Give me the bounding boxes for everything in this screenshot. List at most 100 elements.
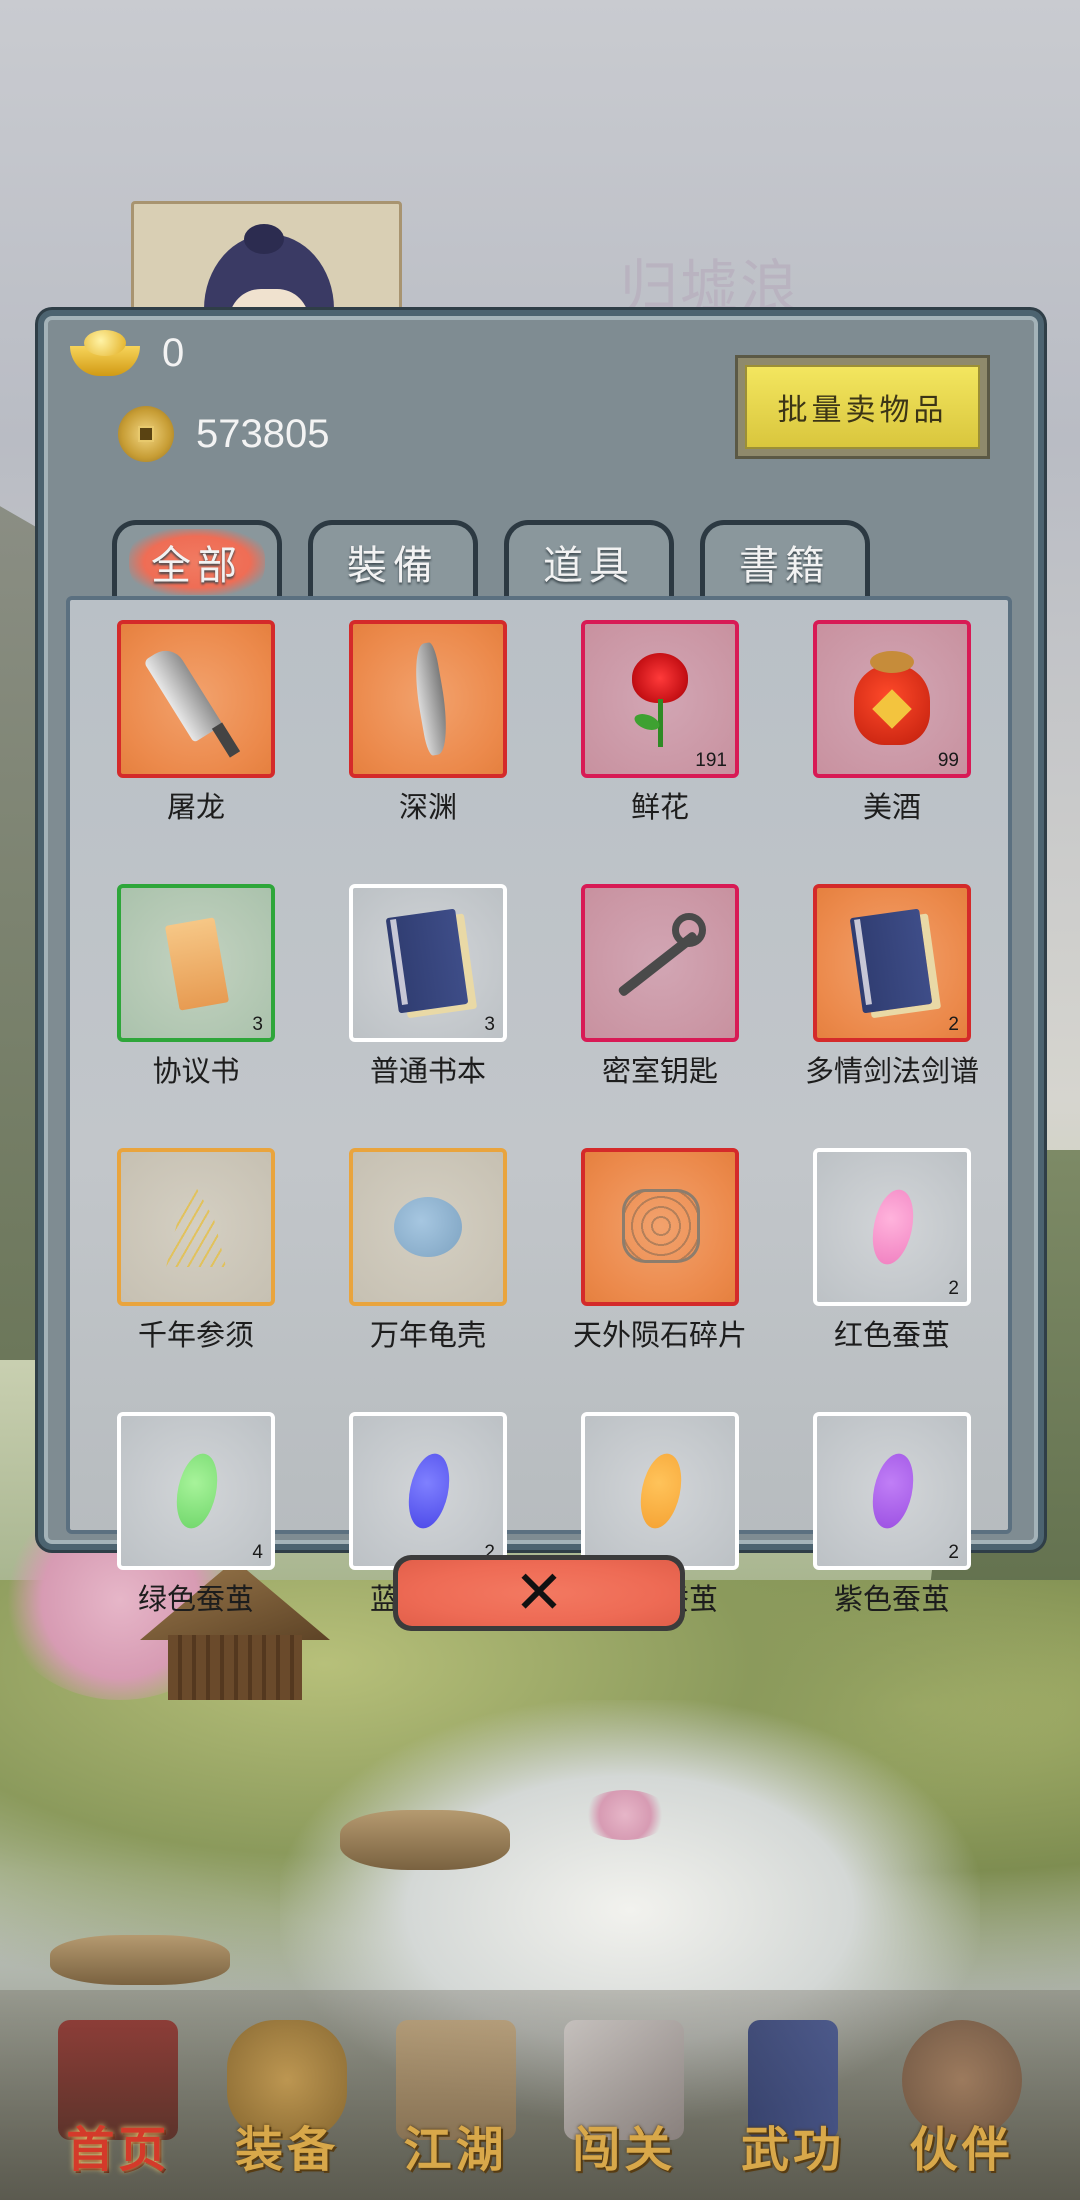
close-button[interactable]: ✕ (393, 1555, 685, 1631)
item-cell[interactable]: 2 多情剑法剑谱 (805, 884, 979, 1090)
item-slot[interactable] (349, 1148, 507, 1306)
item-slot[interactable] (117, 1148, 275, 1306)
stepping-stone (340, 1810, 510, 1870)
item-name: 普通书本 (369, 1054, 486, 1088)
nav-equipment-label: 装备 (234, 2122, 339, 2178)
item-cell[interactable]: 天外陨石碎片 (573, 1148, 747, 1354)
turtle-shell-icon (368, 1167, 488, 1287)
item-grid-area: 屠龙 深渊 191 鲜花 99 美酒 3 协议书 3 普通书本 密室钥匙 2 多… (66, 596, 1012, 1616)
item-name: 万年龟壳 (369, 1318, 486, 1352)
item-slot[interactable]: 3 (117, 884, 275, 1042)
nav-home-label: 首页 (66, 2122, 171, 2178)
saber-icon (368, 639, 488, 759)
rose-icon (600, 639, 720, 759)
bulk-sell-button[interactable]: 批量卖物品 (735, 355, 990, 459)
item-cell[interactable]: 4 绿色蚕茧 (116, 1412, 276, 1618)
item-cell[interactable]: 密室钥匙 (580, 884, 740, 1090)
item-cell[interactable]: 深渊 (348, 620, 508, 826)
item-slot[interactable]: 2 (813, 884, 971, 1042)
item-cell[interactable]: 99 美酒 (812, 620, 972, 826)
nav-challenge-label: 闯关 (572, 2122, 677, 2178)
yellow-cocoon-icon (600, 1431, 720, 1551)
item-slot[interactable] (117, 620, 275, 778)
item-grid: 屠龙 深渊 191 鲜花 99 美酒 3 协议书 3 普通书本 密室钥匙 2 多… (116, 620, 979, 1618)
nav-martial-arts[interactable]: 武功 (723, 2010, 863, 2180)
item-name: 深渊 (398, 790, 457, 824)
item-cell[interactable]: 2 紫色蚕茧 (812, 1412, 972, 1618)
gold-ingot-amount: 0 (162, 330, 185, 375)
item-slot[interactable]: 191 (581, 620, 739, 778)
bottom-navigation: 首页 装备 江湖 闯关 武功 伙伴 (0, 1990, 1080, 2200)
tab-equipment-label: 裝備 (347, 542, 439, 589)
item-slot[interactable]: 2 (813, 1148, 971, 1306)
gold-ingot-icon (70, 330, 140, 376)
tab-props[interactable]: 道具 (504, 520, 674, 598)
item-slot[interactable] (581, 1412, 739, 1570)
category-tabs: 全部 裝備 道具 書籍 (112, 520, 870, 598)
item-slot[interactable]: 3 (349, 884, 507, 1042)
item-name: 密室钥匙 (601, 1054, 718, 1088)
item-cell[interactable]: 千年参须 (116, 1148, 276, 1354)
item-slot[interactable]: 2 (349, 1412, 507, 1570)
nav-jianghu[interactable]: 江湖 (386, 2010, 526, 2180)
broadsword-icon (136, 639, 256, 759)
item-slot[interactable] (349, 620, 507, 778)
gold-ingot-row: 0 (70, 330, 184, 376)
item-name: 屠龙 (166, 790, 225, 824)
item-name: 千年参须 (137, 1318, 254, 1352)
item-slot[interactable]: 4 (117, 1412, 275, 1570)
tab-books-label: 書籍 (739, 542, 831, 589)
copper-coin-icon (118, 406, 174, 462)
nav-companions[interactable]: 伙伴 (892, 2010, 1032, 2180)
green-cocoon-icon (136, 1431, 256, 1551)
hut-wall (168, 1635, 302, 1700)
item-slot[interactable]: 2 (813, 1412, 971, 1570)
item-count: 3 (252, 1014, 263, 1035)
item-count: 2 (948, 1014, 959, 1035)
item-cell[interactable]: 191 鲜花 (580, 620, 740, 826)
item-slot[interactable]: 99 (813, 620, 971, 778)
nav-challenge[interactable]: 闯关 (554, 2010, 694, 2180)
pink-cocoon-icon (832, 1167, 952, 1287)
item-name: 天外陨石碎片 (573, 1318, 748, 1352)
contract-icon (136, 903, 256, 1023)
item-count: 3 (484, 1014, 495, 1035)
meteorite-icon (600, 1167, 720, 1287)
item-count: 99 (937, 750, 959, 771)
portrait-hair-bun (244, 224, 284, 254)
nav-home[interactable]: 首页 (48, 2010, 188, 2180)
item-name: 美酒 (862, 790, 921, 824)
close-icon: ✕ (398, 1558, 680, 1628)
book-icon (832, 903, 952, 1023)
tab-equipment[interactable]: 裝備 (308, 520, 478, 598)
ginseng-icon (136, 1167, 256, 1287)
copper-coin-amount: 573805 (196, 411, 330, 456)
nav-martial-arts-label: 武功 (740, 2122, 845, 2178)
item-cell[interactable]: 屠龙 (116, 620, 276, 826)
tab-all-label: 全部 (129, 528, 265, 595)
item-count: 2 (948, 1278, 959, 1299)
item-slot[interactable] (581, 884, 739, 1042)
stepping-stone (50, 1935, 230, 1985)
item-name: 协议书 (152, 1054, 240, 1088)
nav-companions-label: 伙伴 (909, 2122, 1014, 2178)
purple-cocoon-icon (832, 1431, 952, 1551)
tab-all[interactable]: 全部 (112, 520, 282, 598)
item-name: 多情剑法剑谱 (805, 1054, 980, 1088)
item-cell[interactable]: 3 普通书本 (348, 884, 508, 1090)
item-name: 鲜花 (630, 790, 689, 824)
item-cell[interactable]: 2 红色蚕茧 (812, 1148, 972, 1354)
item-cell[interactable]: 万年龟壳 (348, 1148, 508, 1354)
tab-props-label: 道具 (543, 542, 635, 589)
item-name: 绿色蚕茧 (137, 1582, 254, 1616)
item-cell[interactable]: 3 协议书 (116, 884, 276, 1090)
fallen-petals (580, 1790, 670, 1840)
item-count: 191 (695, 750, 727, 771)
item-name: 紫色蚕茧 (833, 1582, 950, 1616)
blue-cocoon-icon (368, 1431, 488, 1551)
tab-books[interactable]: 書籍 (700, 520, 870, 598)
item-name: 红色蚕茧 (833, 1318, 950, 1352)
nav-equipment[interactable]: 装备 (217, 2010, 357, 2180)
bulk-sell-label: 批量卖物品 (745, 365, 980, 449)
item-slot[interactable] (581, 1148, 739, 1306)
